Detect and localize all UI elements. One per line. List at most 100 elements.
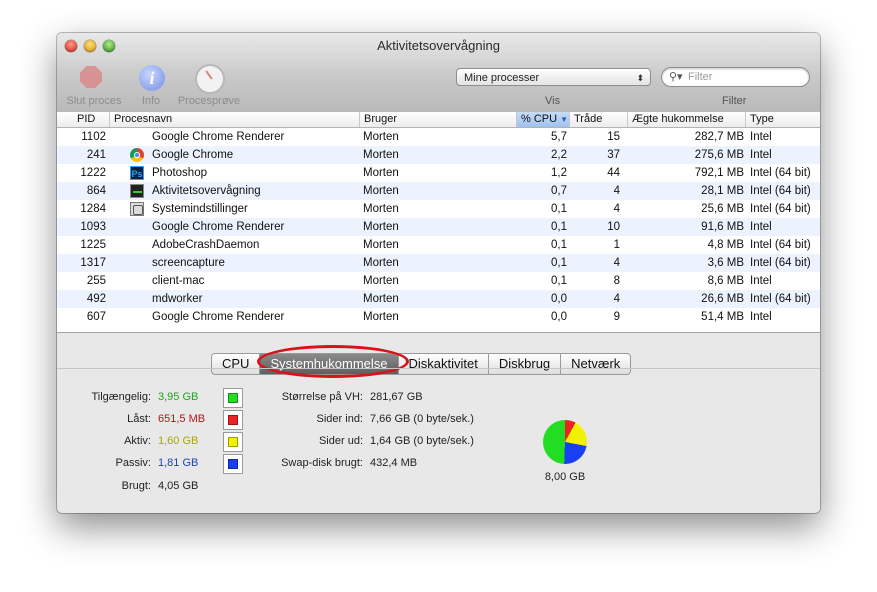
pid-cell: 1317 [80,257,106,269]
tab-system-memory[interactable]: Systemhukommelse [260,354,399,374]
activity-monitor-window: Aktivitetsovervågning Slut proces i Info… [57,33,820,513]
cpu-cell: 0,1 [551,203,567,215]
table-row[interactable]: 1222 Ps Photoshop Morten 1,2 44 792,1 MB… [57,164,820,182]
table-divider[interactable] [57,332,820,333]
tab-disk-usage[interactable]: Diskbrug [489,354,562,374]
table-row[interactable]: 1093 Google Chrome Renderer Morten 0,1 1… [57,218,820,236]
memory-cell: 275,6 MB [694,149,744,161]
table-row[interactable]: 1225 AdobeCrashDaemon Morten 0,1 1 4,8 M… [57,236,820,254]
user-cell: Morten [363,311,399,323]
active-memory-value: 1,60 GB [158,435,199,447]
free-memory-color-well[interactable] [223,388,243,408]
cpu-cell: 0,7 [551,185,567,197]
process-name-cell: Systemindstillinger [152,203,248,215]
process-name-cell: Google Chrome Renderer [152,221,285,233]
process-name-cell: Aktivitetsovervågning [152,185,261,197]
threads-cell: 44 [607,167,620,179]
process-name-cell: Google Chrome Renderer [152,311,285,323]
type-cell: Intel (64 bit) [750,293,811,305]
user-cell: Morten [363,275,399,287]
tab-disk-activity[interactable]: Diskaktivitet [399,354,489,374]
inactive-memory-color-well[interactable] [223,454,243,474]
type-cell: Intel [750,221,772,233]
column-header-pid[interactable]: PID [57,112,110,127]
process-table: PID Procesnavn Bruger % CPU ▼ Tråde Ægte… [57,112,820,332]
active-memory-label: Aktiv: [124,435,151,447]
pid-cell: 1284 [80,203,106,215]
pid-cell: 255 [86,275,106,287]
memory-cell: 282,7 MB [694,131,744,143]
pid-cell: 492 [86,293,106,305]
pid-cell: 241 [86,149,106,161]
process-name-cell: mdworker [152,293,203,305]
blue-swatch [228,459,238,469]
process-name-cell: screencapture [152,257,225,269]
filter-input[interactable] [688,70,798,84]
memory-cell: 28,1 MB [701,185,744,197]
threads-cell: 9 [613,311,620,323]
yellow-swatch [228,437,238,447]
type-cell: Intel (64 bit) [750,185,811,197]
memory-cell: 91,6 MB [701,221,744,233]
wired-memory-label: Låst: [127,413,151,425]
user-cell: Morten [363,167,399,179]
table-row[interactable]: 1284 Systemindstillinger Morten 0,1 4 25… [57,200,820,218]
memory-cell: 8,6 MB [707,275,744,287]
pid-cell: 607 [86,311,106,323]
used-memory-value: 4,05 GB [158,480,199,492]
column-header-cpu-label: % CPU [521,113,558,125]
user-cell: Morten [363,239,399,251]
pid-cell: 1225 [80,239,106,251]
user-cell: Morten [363,293,399,305]
gauge-icon [195,64,225,94]
pid-cell: 1222 [80,167,106,179]
cpu-cell: 0,0 [551,311,567,323]
column-header-threads[interactable]: Tråde [570,112,628,127]
window-title: Aktivitetsovervågning [377,38,500,53]
type-cell: Intel [750,311,772,323]
cpu-cell: 0,1 [551,221,567,233]
table-row[interactable]: 864 Aktivitetsovervågning Morten 0,7 4 2… [57,182,820,200]
process-name-cell: Photoshop [152,167,207,179]
wired-memory-color-well[interactable] [223,410,243,430]
filter-search-field[interactable]: ⚲▾ [661,67,810,87]
page-outs-label: Sider ud: [318,435,363,447]
swap-used-label: Swap-disk brugt: [281,457,363,469]
user-cell: Morten [363,221,399,233]
cpu-cell: 2,2 [551,149,567,161]
active-memory-color-well[interactable] [223,432,243,452]
type-cell: Intel (64 bit) [750,239,811,251]
cpu-cell: 0,1 [551,257,567,269]
threads-cell: 4 [613,257,620,269]
table-row[interactable]: 255 client-mac Morten 0,1 8 8,6 MB Intel [57,272,820,290]
type-cell: Intel (64 bit) [750,257,811,269]
inspect-process-label: Info [141,95,161,107]
table-row[interactable]: 607 Google Chrome Renderer Morten 0,0 9 … [57,308,820,326]
swap-used-value: 432,4 MB [370,457,418,469]
process-filter-select[interactable]: Mine processer ⬍ [456,68,651,86]
table-row[interactable]: 241 Google Chrome Morten 2,2 37 275,6 MB… [57,146,820,164]
show-caption: Vis [545,95,561,107]
up-down-arrows-icon: ⬍ [636,73,644,83]
column-header-type[interactable]: Type [746,112,820,127]
page-ins-label: Sider ind: [316,413,363,425]
activity-monitor-icon [130,184,144,198]
panel-separator [57,368,820,369]
wired-memory-value: 651,5 MB [158,413,206,425]
table-row[interactable]: 492 mdworker Morten 0,0 4 26,6 MB Intel … [57,290,820,308]
column-header-name[interactable]: Procesnavn [110,112,360,127]
table-row[interactable]: 1102 Google Chrome Renderer Morten 5,7 1… [57,128,820,146]
green-swatch [228,393,238,403]
column-header-cpu[interactable]: % CPU ▼ [517,112,570,127]
column-header-memory[interactable]: Ægte hukommelse [628,112,746,127]
tab-network[interactable]: Netværk [561,354,630,374]
process-filter-value: Mine processer [464,72,540,84]
table-row[interactable]: 1317 screencapture Morten 0,1 4 3,6 MB I… [57,254,820,272]
type-cell: Intel (64 bit) [750,203,811,215]
column-header-user[interactable]: Bruger [360,112,517,127]
free-memory-label: Tilgængelig: [91,391,151,403]
memory-cell: 25,6 MB [701,203,744,215]
type-cell: Intel [750,275,772,287]
system-preferences-icon [130,202,144,216]
tab-cpu[interactable]: CPU [212,354,261,374]
